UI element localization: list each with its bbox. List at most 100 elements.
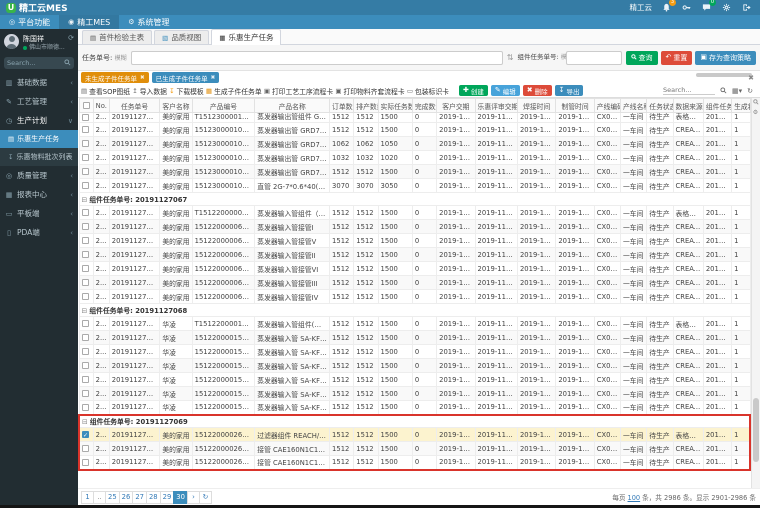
table-row[interactable]: 2... 20191127066 美的家用 T15123000010608 蒸发器输出管… xyxy=(78,112,751,123)
nav-item-mes[interactable]: ◉ 精工MES xyxy=(59,15,120,29)
col-header-tube-date[interactable]: 制管时间 xyxy=(555,98,595,113)
combo-spinner-icon[interactable]: ⇅ xyxy=(507,53,514,62)
toolbar-link[interactable]: ▦ 生成子件任务单 xyxy=(206,86,262,96)
row-checkbox[interactable] xyxy=(81,182,89,189)
col-header-order-qty[interactable]: 订单数量 xyxy=(329,98,355,113)
col-header-weld-date[interactable]: 焊接时间 xyxy=(516,98,557,113)
component-no-filter-input[interactable] xyxy=(565,50,622,65)
page-button[interactable]: 27 xyxy=(132,490,147,504)
table-row[interactable]: 2...20191127066_02美的家用15123000010608-2蒸发… xyxy=(78,150,751,165)
page-size-select[interactable]: 100 xyxy=(628,494,641,502)
table-row[interactable]: 2...20191127067_06美的家用15122000006592-6蒸发… xyxy=(78,261,751,276)
row-checkbox[interactable] xyxy=(81,376,89,383)
reset-button[interactable]: ↶ 重置 xyxy=(660,50,693,65)
row-checkbox[interactable] xyxy=(81,223,89,230)
col-header-line-code[interactable]: 产线编码 xyxy=(593,98,622,113)
row-checkbox[interactable] xyxy=(81,237,89,244)
refresh-page-button[interactable]: ↻ xyxy=(198,490,212,504)
collapse-icon[interactable]: ⊟ xyxy=(82,418,90,426)
table-row[interactable]: 2...20191127068_05华凌15122000015098-2蒸发器输… xyxy=(78,344,751,359)
table-row[interactable]: 2...20191127068_06华凌15122000015098-3蒸发器输… xyxy=(78,372,751,387)
gear-icon[interactable] xyxy=(721,2,732,13)
toolbar-link[interactable]: ▭ 包装标识卡 xyxy=(407,86,449,96)
row-checkbox[interactable] xyxy=(81,348,89,355)
bell-icon[interactable]: 3 xyxy=(661,0,676,13)
col-header-component-task[interactable]: 组件任务单 xyxy=(702,98,733,113)
nav-item-system[interactable]: ⚙ 系统管理 xyxy=(119,15,178,29)
toolbar-link[interactable]: ▣ 打印工艺工序流程卡 xyxy=(264,86,333,96)
sidebar-item-lehui-production-task[interactable]: ▤ 乐惠生产任务 xyxy=(0,130,78,149)
select-all-checkbox[interactable] xyxy=(82,102,90,109)
refresh-user-icon[interactable]: ⟳ xyxy=(68,34,74,42)
col-header-customer-date[interactable]: 客户交期 xyxy=(436,98,476,113)
toolbar-link[interactable]: ▣ 打印物料齐套流程卡 xyxy=(335,86,404,96)
table-row[interactable]: 2...20191127069_01美的家用15122000026636-1接管… xyxy=(78,441,752,456)
app-logo[interactable]: U 精工云MES xyxy=(0,1,74,14)
sidebar-item-process-mgmt[interactable]: ✎ 工艺管理 ‹ xyxy=(0,92,78,111)
collapse-icon[interactable]: ⊟ xyxy=(82,196,90,204)
col-header-task-status[interactable]: 任务状态 xyxy=(646,98,674,113)
vertical-scrollbar[interactable]: ⚙ xyxy=(751,98,760,488)
row-checkbox[interactable] xyxy=(82,458,89,466)
table-row[interactable]: 2...20191127067_05美的家用15122000006592-5蒸发… xyxy=(78,233,751,248)
page-button[interactable]: 28 xyxy=(145,490,161,504)
query-button[interactable]: 查询 xyxy=(625,50,658,65)
sidebar-item-tablet[interactable]: ▭ 平板端 ‹ xyxy=(0,204,78,223)
group-header-row[interactable]: ⊟ 组件任务单号: 20191127068 xyxy=(78,303,751,317)
row-checkbox[interactable] xyxy=(81,334,89,341)
row-checkbox[interactable] xyxy=(81,168,89,175)
row-checkbox[interactable] xyxy=(82,445,89,452)
tab-lehui-production-task[interactable]: ▦ 乐惠生产任务 xyxy=(211,29,282,45)
delete-button[interactable]: ✖ 删除 xyxy=(522,85,552,96)
table-row[interactable]: 2...20191127067_04美的家用15122000006592-4蒸发… xyxy=(78,289,751,304)
search-icon[interactable] xyxy=(720,87,727,94)
row-checkbox[interactable] xyxy=(81,113,89,121)
col-header-review-date[interactable]: 乐惠评审交期 xyxy=(474,98,518,113)
columns-icon[interactable]: ▦▾ xyxy=(732,87,742,95)
search-icon[interactable] xyxy=(752,99,759,107)
col-header-data-source[interactable]: 数据来源 xyxy=(672,98,704,113)
row-checkbox[interactable] xyxy=(81,403,89,411)
col-header-no[interactable]: No. xyxy=(92,98,110,113)
group-header-row[interactable]: ⊟ 组件任务单号: 20191127069 xyxy=(78,413,751,428)
task-no-filter-input[interactable] xyxy=(130,50,503,65)
row-checkbox[interactable] xyxy=(81,126,89,133)
sidebar-item-report-center[interactable]: ▦ 报表中心 ‹ xyxy=(0,185,78,204)
col-header-line-name[interactable]: 产线名称 xyxy=(620,98,648,113)
sidebar-item-production-plan[interactable]: ◷ 生产计划 ∨ xyxy=(0,111,78,130)
row-checkbox[interactable] xyxy=(81,154,89,161)
create-button[interactable]: ✚ 创建 xyxy=(458,85,488,96)
key-icon[interactable] xyxy=(681,2,692,13)
toolbar-link[interactable]: ↥ 导入数据 xyxy=(132,86,167,96)
table-row[interactable]: ✓ 2... 20191127069 美的家用 15122000026636 过滤器组件 … xyxy=(78,427,752,442)
row-checkbox[interactable] xyxy=(81,140,89,147)
col-header-task-no[interactable]: 任务单号 xyxy=(108,98,161,113)
sidebar-item-basic-data[interactable]: ▥ 基础数据 ‹ xyxy=(0,73,78,92)
table-row[interactable]: 2... 20191127068 华凌 T15122000015096 蒸发器输入管组件… xyxy=(78,316,751,331)
signout-icon[interactable] xyxy=(741,2,752,13)
search-icon[interactable] xyxy=(64,59,71,68)
row-checkbox[interactable] xyxy=(81,320,89,327)
close-icon[interactable]: ✖ xyxy=(140,75,145,81)
page-button[interactable]: 29 xyxy=(159,490,175,504)
table-row[interactable]: 2... 20191127067 美的家用 T15122000006592 蒸发器输入管… xyxy=(78,205,751,220)
table-row[interactable]: 2...20191127066_03美的家用15123000010608-3蒸发… xyxy=(78,122,751,137)
col-header-done-qty[interactable]: 完成数量 xyxy=(411,98,438,113)
col-header-customer[interactable]: 客户名称 xyxy=(159,98,193,113)
tag-generated[interactable]: 已生成子件任务单 ✖ xyxy=(151,72,220,83)
refresh-icon[interactable]: ↻ xyxy=(747,87,753,95)
comments-icon[interactable]: 0 xyxy=(701,0,716,13)
col-header-product-no[interactable]: 产品编号 xyxy=(191,98,256,113)
col-header-actual-qty[interactable]: 实际任务数量 xyxy=(377,98,413,113)
toolbar-link[interactable]: ↧ 下载模板 xyxy=(169,86,204,96)
toolbar-link[interactable]: ▤ 查看SOP图纸 xyxy=(81,86,130,96)
page-button[interactable]: 30 xyxy=(173,490,188,504)
col-header-gen-status[interactable]: 生成状态 xyxy=(731,98,751,113)
select-all-header[interactable] xyxy=(78,98,94,113)
table-row[interactable]: 2...20191127068_01华凌15122000015096-5蒸发器输… xyxy=(78,400,751,415)
row-checkbox[interactable] xyxy=(81,362,89,369)
nav-item-platform[interactable]: ◎ 平台功能 xyxy=(0,15,59,29)
sidebar-item-quality-mgmt[interactable]: ◎ 质量管理 ‹ xyxy=(0,166,78,185)
vertical-scrollbar-thumb[interactable] xyxy=(753,398,759,462)
table-row[interactable]: 2...20191127066_01美的家用15123000010608-1蒸发… xyxy=(78,136,751,151)
